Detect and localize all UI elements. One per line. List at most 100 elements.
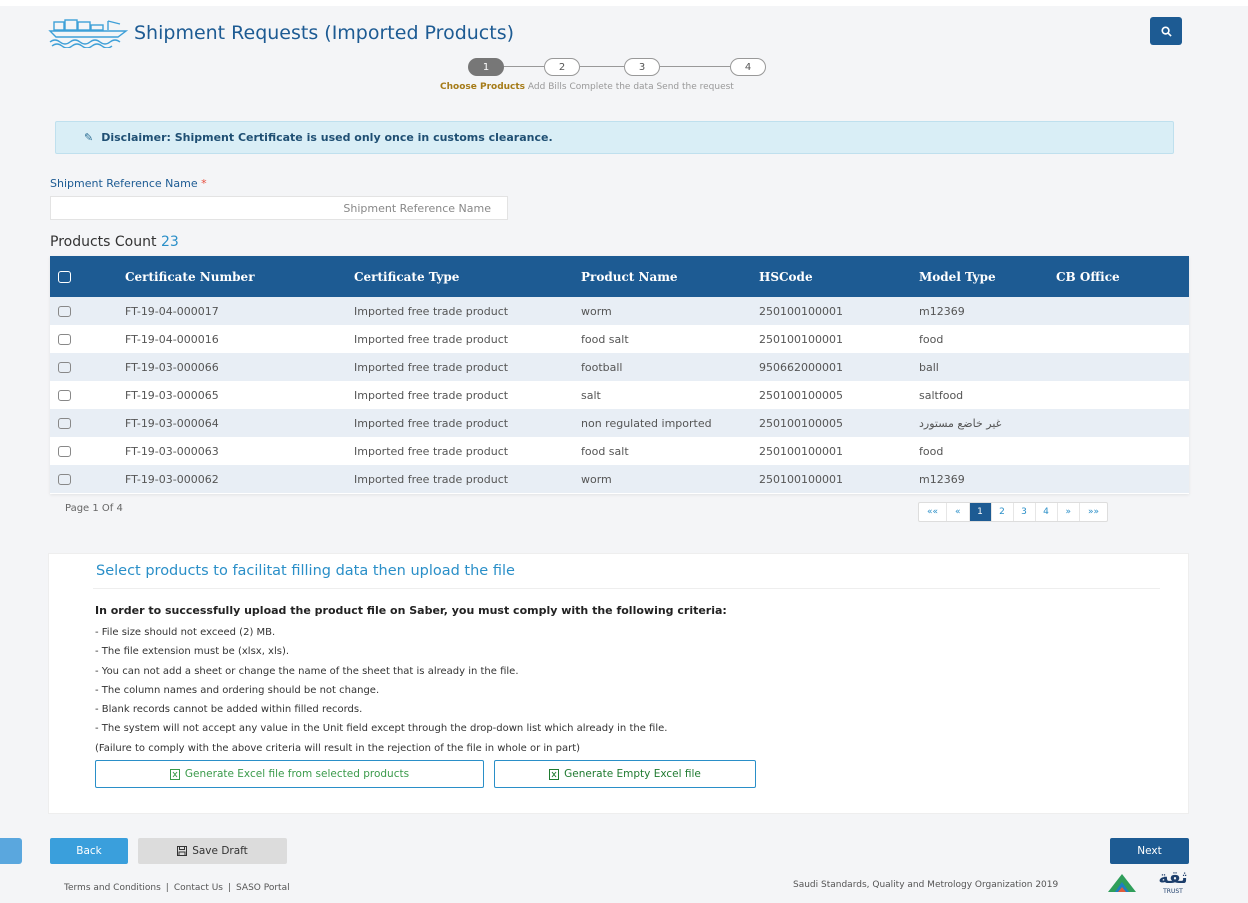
side-tab-handle[interactable] <box>0 838 22 864</box>
products-count: Products Count 23 <box>50 234 179 250</box>
row-checkbox[interactable] <box>58 334 71 345</box>
upload-title: Select products to facilitat filling dat… <box>96 563 515 579</box>
page-4[interactable]: 4 <box>1036 503 1058 521</box>
cell-product: food salt <box>581 332 629 346</box>
footer-links: Terms and Conditions | Contact Us | SASO Por… <box>64 883 290 893</box>
step-label-2: Add Bills <box>527 82 567 92</box>
col-cb-office[interactable]: CB Office <box>1056 256 1189 297</box>
table-row[interactable]: FT-19-04-000016 Imported free trade prod… <box>50 325 1189 353</box>
step-connector <box>660 66 730 67</box>
cell-type: Imported free trade product <box>354 360 509 374</box>
search-button[interactable] <box>1150 17 1182 45</box>
step-1[interactable]: 1 <box>468 58 504 76</box>
col-hscode[interactable]: HSCode <box>759 256 919 297</box>
step-connector <box>498 66 544 67</box>
select-all-checkbox[interactable] <box>58 271 71 283</box>
table-row[interactable]: FT-19-03-000062 Imported free trade prod… <box>50 465 1189 493</box>
products-count-value: 23 <box>160 234 179 250</box>
table-row[interactable]: FT-19-03-000064 Imported free trade prod… <box>50 409 1189 437</box>
products-table: Certificate Number Certificate Type Prod… <box>50 256 1189 494</box>
col-certificate-type[interactable]: Certificate Type <box>354 256 581 297</box>
table-row[interactable]: FT-19-03-000066 Imported free trade prod… <box>50 353 1189 381</box>
cell-cb <box>1056 465 1189 493</box>
page-3[interactable]: 3 <box>1014 503 1036 521</box>
cell-hscode: 250100100001 <box>759 332 843 346</box>
criteria-item: - The file extension must be (xlsx, xls)… <box>95 646 290 658</box>
generate-excel-selected-button[interactable]: Generate Excel file from selected produc… <box>95 760 484 788</box>
cell-cert: FT-19-03-000065 <box>125 388 219 402</box>
page-last[interactable]: »» <box>1080 503 1107 521</box>
cell-hscode: 250100100001 <box>759 304 843 318</box>
cell-product: worm <box>581 304 612 318</box>
upload-panel: Select products to facilitat filling dat… <box>48 553 1189 814</box>
cell-hscode: 250100100001 <box>759 472 843 486</box>
cell-cb <box>1056 325 1189 353</box>
page-prev[interactable]: « <box>947 503 970 521</box>
page-next[interactable]: » <box>1058 503 1081 521</box>
criteria-item: - The column names and ordering should b… <box>95 684 380 696</box>
cell-cb <box>1056 353 1189 381</box>
step-4[interactable]: 4 <box>730 58 766 76</box>
page-2[interactable]: 2 <box>992 503 1014 521</box>
generate-empty-excel-button[interactable]: Generate Empty Excel file <box>494 760 756 788</box>
trust-logo: ثقة TRUST <box>1148 868 1198 898</box>
reference-name-input[interactable] <box>50 196 508 220</box>
save-draft-button[interactable]: Save Draft <box>138 838 287 864</box>
criteria-item: - You can not add a sheet or change the … <box>95 665 519 677</box>
criteria-list: - File size should not exceed (2) MB. - … <box>95 623 667 758</box>
contact-link[interactable]: Contact Us <box>174 883 223 893</box>
table-row[interactable]: FT-19-03-000065 Imported free trade prod… <box>50 381 1189 409</box>
disclaimer-text: Disclaimer: Shipment Certificate is used… <box>101 131 553 144</box>
cell-product: non regulated imported <box>581 416 712 430</box>
cell-model: m12369 <box>919 472 965 486</box>
cell-type: Imported free trade product <box>354 444 509 458</box>
page-1[interactable]: 1 <box>969 503 992 521</box>
footer-org: Saudi Standards, Quality and Metrology O… <box>793 880 1059 890</box>
step-2[interactable]: 2 <box>544 58 580 76</box>
top-bar <box>0 0 1248 6</box>
page-first[interactable]: «« <box>919 503 948 521</box>
row-checkbox[interactable] <box>58 474 71 485</box>
criteria-item: - Blank records cannot be added within f… <box>95 704 363 716</box>
cell-cert: FT-19-03-000066 <box>125 360 219 374</box>
row-checkbox[interactable] <box>58 306 71 317</box>
terms-link[interactable]: Terms and Conditions <box>64 883 161 893</box>
cell-type: Imported free trade product <box>354 304 509 318</box>
step-connector <box>580 66 624 67</box>
saso-portal-link[interactable]: SASO Portal <box>236 883 290 893</box>
table-header-row: Certificate Number Certificate Type Prod… <box>50 256 1189 297</box>
cell-type: Imported free trade product <box>354 388 509 402</box>
criteria-item: - The system will not accept any value i… <box>95 723 668 735</box>
back-button[interactable]: Back <box>50 838 128 864</box>
next-button[interactable]: Next <box>1110 838 1189 864</box>
cell-hscode: 950662000001 <box>759 360 843 374</box>
cell-cert: FT-19-04-000016 <box>125 332 219 346</box>
step-label-3: Complete the data <box>569 82 654 92</box>
trust-logo-subtext: TRUST <box>1163 888 1183 895</box>
cell-cert: FT-19-03-000063 <box>125 444 219 458</box>
criteria-item: (Failure to comply with the above criter… <box>95 742 581 754</box>
row-checkbox[interactable] <box>58 390 71 401</box>
col-product-name[interactable]: Product Name <box>581 256 759 297</box>
row-checkbox[interactable] <box>58 362 71 373</box>
cell-model: food <box>919 444 944 458</box>
col-model-type[interactable]: Model Type <box>919 256 1056 297</box>
cell-hscode: 250100100005 <box>759 388 843 402</box>
cell-cb <box>1056 297 1189 325</box>
cell-model: ball <box>919 360 939 374</box>
table-row[interactable]: FT-19-04-000017 Imported free trade prod… <box>50 297 1189 325</box>
cell-model: m12369 <box>919 304 965 318</box>
save-draft-label: Save Draft <box>192 845 248 857</box>
save-icon <box>177 846 188 856</box>
required-mark: * <box>201 177 207 190</box>
reference-name-label: Shipment Reference Name * <box>50 177 207 190</box>
trust-logo-text: ثقة <box>1158 868 1188 888</box>
reference-label-text: Shipment Reference Name <box>50 177 198 190</box>
page: Shipment Requests (Imported Products) 1 … <box>0 0 1248 903</box>
row-checkbox[interactable] <box>58 418 71 429</box>
cell-product: food salt <box>581 444 629 458</box>
col-certificate-number[interactable]: Certificate Number <box>125 256 354 297</box>
row-checkbox[interactable] <box>58 446 71 457</box>
step-3[interactable]: 3 <box>624 58 660 76</box>
table-row[interactable]: FT-19-03-000063 Imported free trade prod… <box>50 437 1189 465</box>
